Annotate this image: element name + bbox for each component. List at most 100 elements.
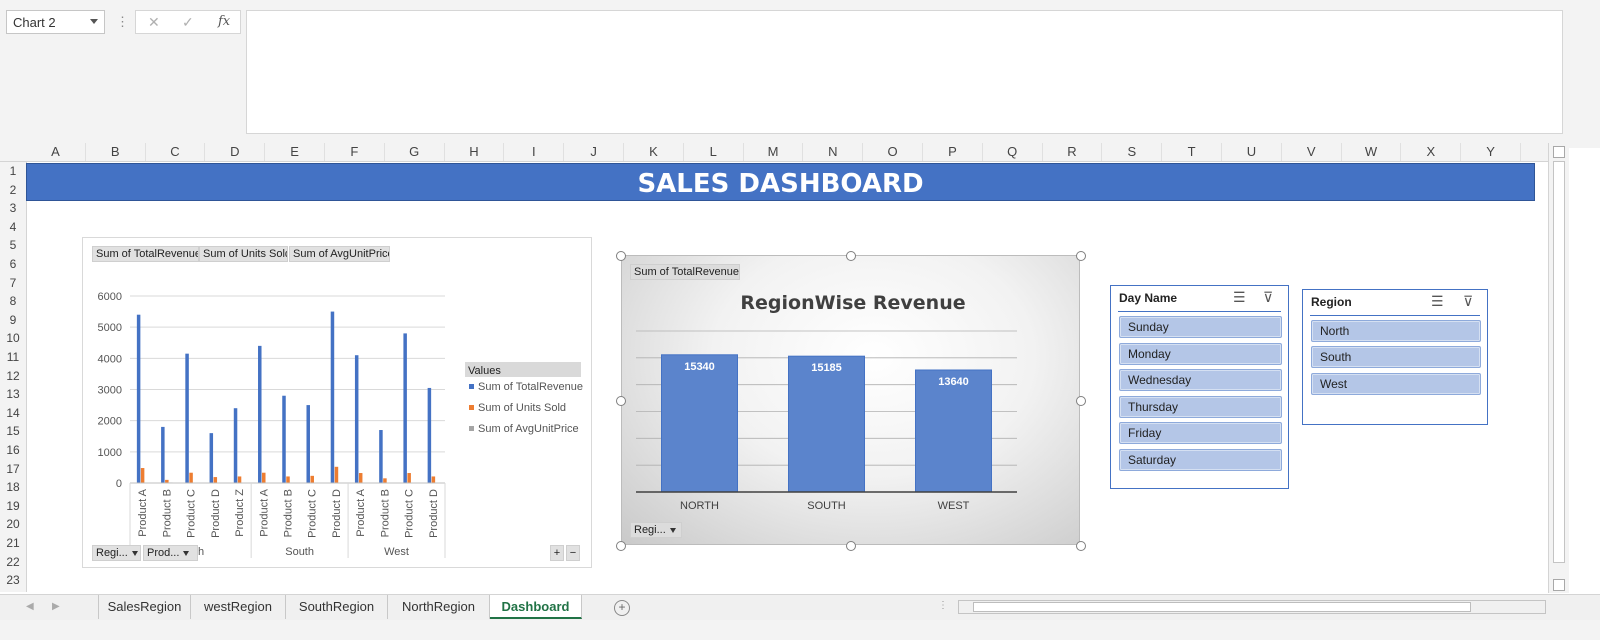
slicer-item[interactable]: South (1311, 346, 1481, 368)
vertical-scroll-thumb[interactable] (1553, 161, 1565, 563)
column-header-d[interactable]: D (205, 143, 266, 161)
column-header-a[interactable]: A (26, 143, 86, 161)
row-header-15[interactable]: 15 (0, 422, 26, 441)
row-header-16[interactable]: 16 (0, 441, 26, 460)
row-header-12[interactable]: 12 (0, 367, 26, 386)
name-box-dropdown-icon[interactable] (90, 19, 98, 24)
row-header-5[interactable]: 5 (0, 236, 26, 255)
slicer-item[interactable]: North (1311, 320, 1481, 342)
column-header-m[interactable]: M (744, 143, 804, 161)
row-header-2[interactable]: 2 (0, 181, 26, 200)
pivot-chart-region-revenue[interactable]: Sum of TotalRevenue RegionWise Revenue 15… (621, 255, 1080, 545)
column-header-q[interactable]: Q (983, 143, 1043, 161)
insert-function-icon[interactable]: fx (218, 14, 230, 29)
column-header-c[interactable]: C (146, 143, 206, 161)
tab-splitter-icon[interactable]: ⋮ (938, 600, 948, 611)
column-header-o[interactable]: O (863, 143, 923, 161)
column-header-y[interactable]: Y (1461, 143, 1521, 161)
axis-field-button-region[interactable]: Regi... (92, 545, 141, 561)
legend-entry: Sum of TotalRevenue (478, 381, 583, 393)
next-sheet-icon[interactable]: ▶ (52, 601, 60, 612)
column-header-j[interactable]: J (564, 143, 624, 161)
column-header-u[interactable]: U (1222, 143, 1282, 161)
formula-input[interactable] (246, 10, 1563, 134)
resize-handle[interactable] (1076, 251, 1086, 261)
axis-field-button-region[interactable]: Regi... (630, 522, 682, 538)
column-header-r[interactable]: R (1043, 143, 1103, 161)
tab-westregion[interactable]: westRegion (191, 595, 286, 619)
slicer-item[interactable]: Monday (1119, 343, 1282, 365)
column-header-h[interactable]: H (445, 143, 505, 161)
resize-handle[interactable] (616, 541, 626, 551)
row-header-9[interactable]: 9 (0, 311, 26, 330)
row-header-6[interactable]: 6 (0, 255, 26, 274)
tab-northregion[interactable]: NorthRegion (388, 595, 490, 619)
row-header-22[interactable]: 22 (0, 553, 26, 572)
tab-salesregion[interactable]: SalesRegion (99, 595, 191, 619)
add-sheet-icon[interactable]: + (614, 600, 630, 616)
pivot-chart-products[interactable]: Sum of TotalRevenue Sum of Units Sold Su… (82, 237, 592, 568)
row-header-11[interactable]: 11 (0, 348, 26, 367)
column-header-f[interactable]: F (325, 143, 385, 161)
resize-handle[interactable] (846, 251, 856, 261)
slicer-item[interactable]: Sunday (1119, 316, 1282, 338)
row-header-13[interactable]: 13 (0, 385, 26, 404)
column-header-e[interactable]: E (265, 143, 325, 161)
row-header-19[interactable]: 19 (0, 497, 26, 516)
column-header-x[interactable]: X (1401, 143, 1462, 161)
slicer-item[interactable]: Friday (1119, 422, 1282, 444)
row-header-23[interactable]: 23 (0, 571, 26, 590)
multi-select-icon[interactable]: ☰ (1431, 293, 1444, 310)
row-header-21[interactable]: 21 (0, 534, 26, 553)
column-header-p[interactable]: P (923, 143, 983, 161)
enter-icon[interactable]: ✓ (182, 14, 194, 31)
slicer-item[interactable]: Thursday (1119, 396, 1282, 418)
row-header-8[interactable]: 8 (0, 292, 26, 311)
row-header-17[interactable]: 17 (0, 460, 26, 479)
row-header-1[interactable]: 1 (0, 162, 26, 181)
clear-filter-icon[interactable]: ⊽ (1463, 293, 1473, 310)
row-header-10[interactable]: 10 (0, 329, 26, 348)
row-header-7[interactable]: 7 (0, 274, 26, 293)
collapse-field-button[interactable]: − (566, 545, 580, 561)
clear-filter-icon[interactable]: ⊽ (1263, 289, 1273, 306)
column-header-n[interactable]: N (803, 143, 864, 161)
vertical-scrollbar[interactable] (1548, 143, 1569, 593)
column-header-g[interactable]: G (385, 143, 445, 161)
axis-field-button-product[interactable]: Prod... (143, 545, 198, 561)
formula-bar-grip-icon[interactable]: ⋮ (116, 14, 129, 30)
previous-sheet-icon[interactable]: ◀ (26, 601, 34, 612)
column-header-l[interactable]: L (684, 143, 744, 161)
column-header-t[interactable]: T (1162, 143, 1222, 161)
resize-handle[interactable] (1076, 396, 1086, 406)
slicer-item[interactable]: Saturday (1119, 449, 1282, 471)
cancel-icon[interactable]: ✕ (148, 14, 160, 31)
column-header-b[interactable]: B (86, 143, 146, 161)
column-header-s[interactable]: S (1102, 143, 1163, 161)
scroll-up-button[interactable] (1553, 146, 1565, 158)
name-box[interactable]: Chart 2 (6, 10, 105, 34)
resize-handle[interactable] (616, 251, 626, 261)
resize-handle[interactable] (1076, 541, 1086, 551)
horizontal-scrollbar[interactable] (958, 600, 1546, 614)
legend-entry: Sum of Units Sold (478, 402, 566, 414)
expand-field-button[interactable]: + (550, 545, 564, 561)
resize-handle[interactable] (846, 541, 856, 551)
column-header-v[interactable]: V (1282, 143, 1342, 161)
row-header-18[interactable]: 18 (0, 478, 26, 497)
slicer-item[interactable]: Wednesday (1119, 369, 1282, 391)
column-header-k[interactable]: K (624, 143, 684, 161)
row-header-20[interactable]: 20 (0, 515, 26, 534)
row-header-3[interactable]: 3 (0, 199, 26, 218)
tab-dashboard[interactable]: Dashboard (490, 595, 582, 619)
column-header-w[interactable]: W (1342, 143, 1402, 161)
column-header-i[interactable]: I (504, 143, 565, 161)
tab-southregion[interactable]: SouthRegion (286, 595, 388, 619)
row-header-14[interactable]: 14 (0, 404, 26, 423)
horizontal-scroll-thumb[interactable] (973, 602, 1471, 612)
slicer-item[interactable]: West (1311, 373, 1481, 395)
multi-select-icon[interactable]: ☰ (1233, 289, 1246, 306)
scroll-down-button[interactable] (1553, 579, 1565, 591)
row-header-4[interactable]: 4 (0, 218, 26, 237)
resize-handle[interactable] (616, 396, 626, 406)
